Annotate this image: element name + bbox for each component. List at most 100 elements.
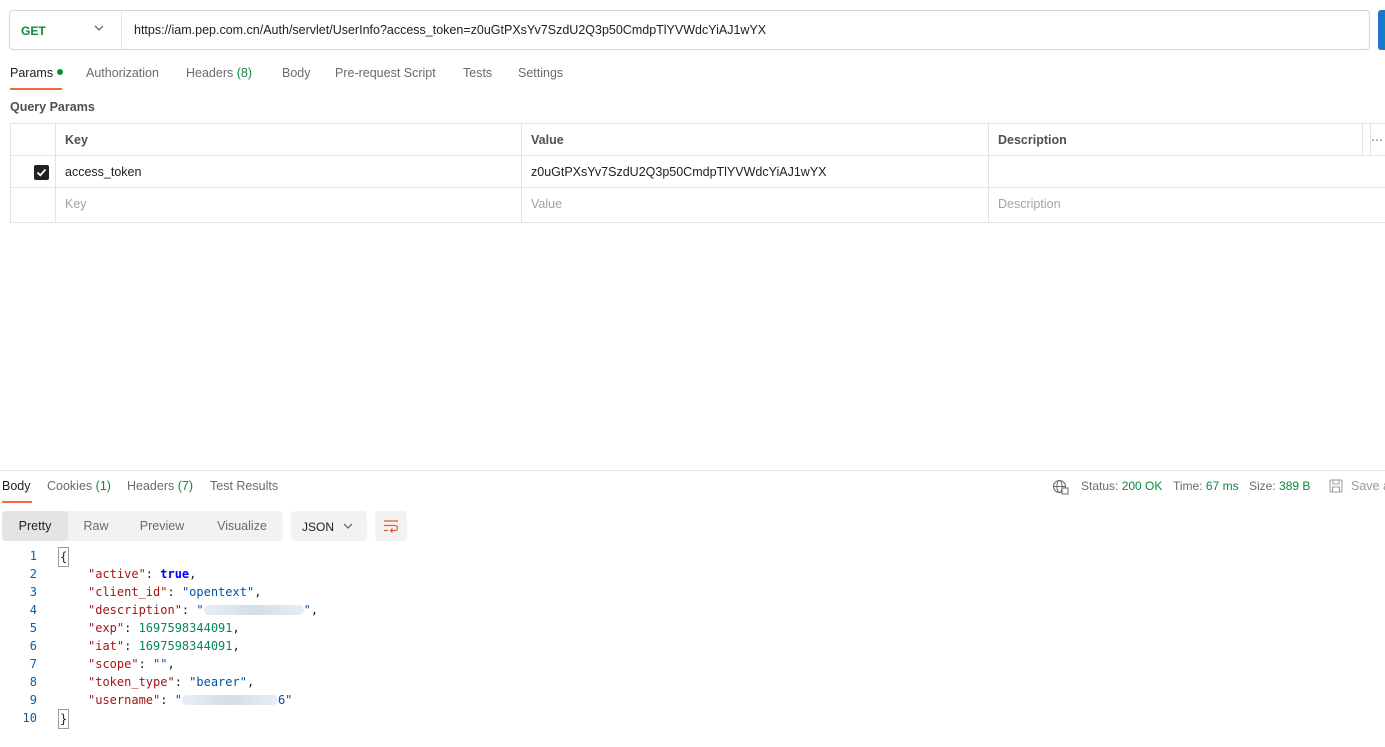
tab-tests[interactable]: Tests <box>463 66 492 80</box>
line-number: 5 <box>29 621 37 635</box>
checkbox-cell <box>11 156 56 188</box>
tab-count: (7) <box>177 479 194 493</box>
column-header-description: Description <box>989 124 1371 156</box>
view-mode-group: Pretty Raw Preview Visualize <box>2 511 283 541</box>
json-value-end: " <box>303 603 311 617</box>
tab-label: Test Results <box>210 479 279 493</box>
status-code[interactable]: Status: 200 OK <box>1081 479 1162 493</box>
json-value: " <box>196 603 204 617</box>
response-divider[interactable] <box>0 470 1385 471</box>
view-pretty[interactable]: Pretty <box>2 511 68 541</box>
time-label: Time: <box>1173 479 1203 493</box>
view-raw[interactable]: Raw <box>68 511 124 541</box>
json-key: "active" <box>88 567 146 581</box>
tab-response-headers[interactable]: Headers (7) <box>127 479 193 493</box>
value-placeholder[interactable]: Value <box>522 188 989 222</box>
json-punct: , <box>310 603 319 617</box>
format-select[interactable]: JSON <box>291 511 367 541</box>
param-value[interactable]: z0uGtPXsYv7SzdU2Q3p50CmdpTlYVWdcYiAJ1wYX <box>522 156 989 188</box>
code-text: "exp": 1697598344091, <box>88 621 240 635</box>
tab-test-results[interactable]: Test Results <box>210 479 278 493</box>
checkbox-cell <box>11 188 56 222</box>
param-checkbox[interactable] <box>34 165 49 180</box>
view-visualize[interactable]: Visualize <box>202 511 282 541</box>
code-text: "token_type": "bearer", <box>88 675 255 689</box>
globe-icon[interactable] <box>1052 479 1069 495</box>
tab-label: Cookies <box>47 479 93 493</box>
tab-response-body[interactable]: Body <box>2 479 31 493</box>
table-row: access_token z0uGtPXsYv7SzdU2Q3p50CmdpTl… <box>11 156 1385 188</box>
json-punct: , <box>167 657 175 671</box>
json-key: "token_type" <box>88 675 175 689</box>
url-bar: GET https://iam.pep.com.cn/Auth/servlet/… <box>9 10 1370 50</box>
tab-settings[interactable]: Settings <box>518 66 563 80</box>
table-row-empty: Key Value Description <box>11 188 1385 223</box>
save-label: Save a <box>1351 479 1385 493</box>
more-icon[interactable]: ⋯ <box>1362 124 1385 156</box>
json-key: "scope" <box>88 657 139 671</box>
description-placeholder[interactable]: Description <box>989 188 1385 222</box>
tab-label: Body <box>282 66 311 80</box>
time-value: 67 ms <box>1205 479 1239 493</box>
send-button[interactable] <box>1378 10 1385 50</box>
method-select[interactable]: GET <box>10 11 122 49</box>
json-punct: , <box>232 621 240 635</box>
tab-count: (8) <box>236 66 253 80</box>
code-text: "scope": "", <box>88 657 175 671</box>
json-punct: , <box>232 639 240 653</box>
tab-count: (1) <box>95 479 111 493</box>
tab-label: Authorization <box>86 66 159 80</box>
tab-label: Tests <box>463 66 493 80</box>
json-punct: , <box>189 567 197 581</box>
tab-params[interactable]: Params <box>10 66 64 80</box>
params-dot-icon <box>57 69 64 75</box>
section-title: Query Params <box>10 100 95 114</box>
json-key: "description" <box>88 603 182 617</box>
line-number: 10 <box>22 711 37 725</box>
response-time[interactable]: Time: 67 ms <box>1173 479 1239 493</box>
param-key[interactable]: access_token <box>56 156 522 188</box>
json-key: "iat" <box>88 639 125 653</box>
method-label: GET <box>21 24 46 38</box>
tab-cookies[interactable]: Cookies (1) <box>47 479 111 493</box>
line-number: 1 <box>29 549 37 563</box>
json-value: 1697598344091 <box>138 621 233 635</box>
column-header-value: Value <box>522 124 989 156</box>
json-key: "exp" <box>88 621 125 635</box>
code-text: { <box>58 547 70 567</box>
line-number: 9 <box>29 693 37 707</box>
tab-headers[interactable]: Headers (8) <box>186 66 252 80</box>
tab-label: Headers <box>186 66 234 80</box>
active-tab-indicator <box>10 88 62 90</box>
tab-label: Params <box>10 66 54 80</box>
column-header-key: Key <box>56 124 522 156</box>
tab-pre-request-script[interactable]: Pre-request Script <box>335 66 436 80</box>
tab-body[interactable]: Body <box>282 66 311 80</box>
json-value-end: 6" <box>277 693 293 707</box>
chevron-down-icon <box>343 523 353 529</box>
key-placeholder[interactable]: Key <box>56 188 522 222</box>
code-text: "username": " 6" <box>88 693 293 707</box>
param-description[interactable] <box>989 156 1385 188</box>
wrap-lines-button[interactable] <box>375 511 407 541</box>
json-value: 1697598344091 <box>138 639 233 653</box>
tab-label: Headers <box>127 479 175 493</box>
tab-label: Pre-request Script <box>335 66 436 80</box>
line-number: 2 <box>29 567 37 581</box>
json-punct: , <box>254 585 262 599</box>
json-value: "bearer" <box>189 675 247 689</box>
url-input[interactable]: https://iam.pep.com.cn/Auth/servlet/User… <box>134 23 766 37</box>
response-size[interactable]: Size: 389 B <box>1249 479 1310 493</box>
size-value: 389 B <box>1279 479 1311 493</box>
tab-authorization[interactable]: Authorization <box>86 66 159 80</box>
params-table: Key Value Description ⋯ access_token z0u… <box>10 123 1385 223</box>
line-number: 6 <box>29 639 37 653</box>
check-icon <box>36 168 47 177</box>
line-number: 7 <box>29 657 37 671</box>
redacted-blur <box>203 605 304 615</box>
tab-label: Settings <box>518 66 564 80</box>
json-value: true <box>160 567 190 581</box>
code-text: "description": " ", <box>88 603 319 617</box>
json-value: " <box>174 693 182 707</box>
view-preview[interactable]: Preview <box>126 511 198 541</box>
